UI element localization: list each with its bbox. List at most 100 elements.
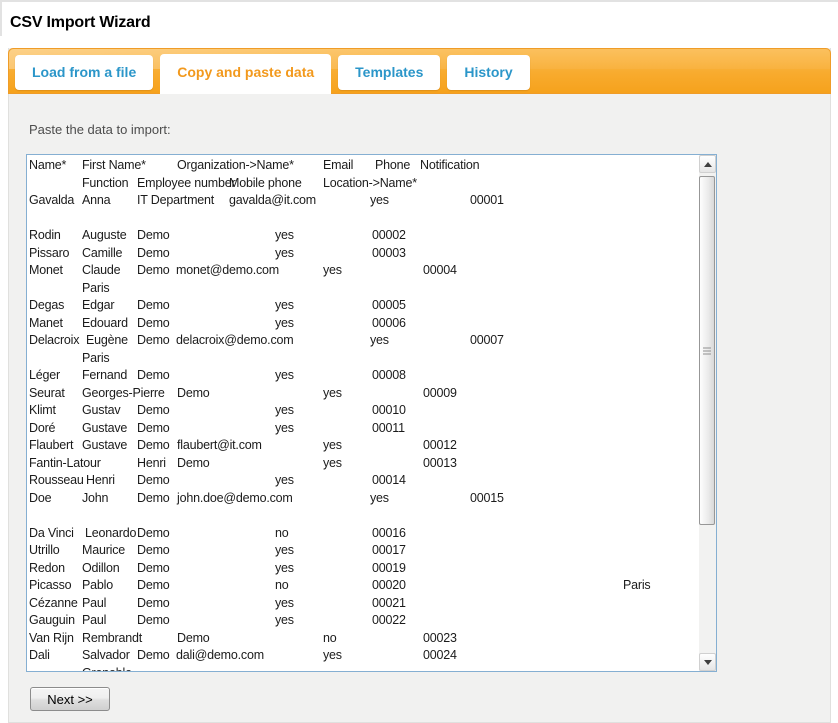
textarea-cell-text: Gavalda <box>29 192 74 210</box>
textarea-cell-text: Camille <box>82 245 122 263</box>
wizard-panel: Load from a file Copy and paste data Templ… <box>8 48 831 723</box>
textarea-line: KlimtGustavDemoyes00010 <box>29 402 699 420</box>
textarea-cell-text: Fantin-Latour <box>29 455 101 473</box>
textarea-cell-text: yes <box>275 367 294 385</box>
textarea-cell-text: yes <box>275 472 294 490</box>
scroll-down-button[interactable] <box>699 653 716 671</box>
textarea-cell-text: 00017 <box>372 542 406 560</box>
textarea-cell-text: Delacroix <box>29 332 79 350</box>
textarea-cell-text: 00006 <box>372 315 406 333</box>
textarea-line: Function Employee numberMobile phone Locat… <box>29 175 699 193</box>
textarea-cell-text: Employee number <box>137 175 235 193</box>
textarea-cell-text: Henri <box>137 455 166 473</box>
textarea-cell-text: Da Vinci <box>29 525 74 543</box>
textarea-cell-text: 00023 <box>423 630 457 648</box>
textarea-cell-text: Demo <box>137 332 170 350</box>
textarea-cell-text: Grenoble <box>82 665 132 673</box>
textarea-line: DelacroixEugèneDemodelacroix@demo.comyes… <box>29 332 699 350</box>
textarea-cell-text: Location->Name* <box>323 175 417 193</box>
scrollbar-thumb[interactable] <box>699 176 715 525</box>
textarea-cell-text: yes <box>275 420 294 438</box>
textarea-cell-text: Demo <box>137 560 170 578</box>
textarea-cell-text: Demo <box>177 630 210 648</box>
textarea-cell-text: delacroix@demo.com <box>176 332 293 350</box>
textarea-cell-text: Paris <box>623 577 650 595</box>
textarea-cell-text: 00010 <box>372 402 406 420</box>
textarea-cell-text: Claude <box>82 262 120 280</box>
textarea-cell-text: Paul <box>82 612 106 630</box>
textarea-cell-text: Odillon <box>82 560 120 578</box>
textarea-cell-text: Gustave <box>82 420 127 438</box>
tab-copy-and-paste-data[interactable]: Copy and paste data <box>160 54 331 94</box>
paste-data-textarea[interactable]: Name*First Name*Organization->Name*Email… <box>26 154 717 672</box>
textarea-cell-text: 00008 <box>372 367 406 385</box>
textarea-cell-text: Demo <box>137 262 170 280</box>
textarea-cell-text: 00022 <box>372 612 406 630</box>
textarea-cell-text: 00014 <box>372 472 406 490</box>
tab-templates[interactable]: Templates <box>338 55 440 90</box>
textarea-cell-text: no <box>323 630 337 648</box>
textarea-cell-text: Fernand <box>82 367 127 385</box>
scroll-up-button[interactable] <box>699 155 716 173</box>
textarea-cell-text: yes <box>275 227 294 245</box>
textarea-cell-text: 00005 <box>372 297 406 315</box>
scroll-up-icon <box>704 162 712 167</box>
textarea-cell-text: john.doe@demo.com <box>177 490 293 508</box>
textarea-cell-text: Rousseau <box>29 472 84 490</box>
textarea-cell-text: Demo <box>137 595 170 613</box>
textarea-cell-text: First Name* <box>82 157 146 175</box>
tab-bar: Load from a file Copy and paste data Templ… <box>8 48 831 94</box>
textarea-cell-text: no <box>275 525 289 543</box>
textarea-cell-text: Demo <box>137 647 170 665</box>
textarea-cell-text: Leonardo <box>85 525 136 543</box>
textarea-line: ManetEdouardDemoyes00006 <box>29 315 699 333</box>
textarea-cell-text: Eugène <box>86 332 128 350</box>
textarea-cell-text: gavalda@it.com <box>229 192 316 210</box>
textarea-line: SeuratGeorges-PierreDemoyes00009 <box>29 385 699 403</box>
textarea-cell-text: Gustave <box>82 437 127 455</box>
textarea-line: RedonOdillonDemoyes00019 <box>29 560 699 578</box>
left-edge-line <box>0 0 2 36</box>
textarea-line: Fantin-LatourHenriDemoyes00013 <box>29 455 699 473</box>
textarea-cell-text: Redon <box>29 560 65 578</box>
textarea-cell-text: Picasso <box>29 577 71 595</box>
textarea-cell-text: Anna <box>82 192 110 210</box>
tab-history[interactable]: History <box>447 55 529 90</box>
textarea-line: Van RijnRembrandtDemono00023 <box>29 630 699 648</box>
textarea-cell-text: Rodin <box>29 227 61 245</box>
textarea-cell-text: Demo <box>137 367 170 385</box>
textarea-cell-text: Email <box>323 157 353 175</box>
textarea-cell-text: Demo <box>137 245 170 263</box>
textarea-cell-text: yes <box>323 647 342 665</box>
textarea-line: Name*First Name*Organization->Name*Email… <box>29 157 699 175</box>
textarea-line: UtrilloMauriceDemoyes00017 <box>29 542 699 560</box>
textarea-cell-text: yes <box>275 245 294 263</box>
next-button[interactable]: Next >> <box>30 687 110 711</box>
textarea-line: Pissaro Camille Demo yes 00003 <box>29 245 699 263</box>
vertical-scrollbar[interactable] <box>699 155 716 671</box>
textarea-cell-text: Mobile phone <box>229 175 302 193</box>
textarea-cell-text: Function <box>82 175 128 193</box>
textarea-cell-text: 00013 <box>423 455 457 473</box>
textarea-cell-text: yes <box>275 560 294 578</box>
textarea-cell-text: yes <box>275 595 294 613</box>
textarea-cell-text: Demo <box>137 612 170 630</box>
textarea-cell-text: Flaubert <box>29 437 73 455</box>
textarea-cell-text: Demo <box>137 525 170 543</box>
tab-label: History <box>464 64 512 80</box>
textarea-cell-text: Pissaro <box>29 245 69 263</box>
textarea-cell-text: Maurice <box>82 542 125 560</box>
textarea-cell-text: Gauguin <box>29 612 75 630</box>
textarea-cell-text: 00003 <box>372 245 406 263</box>
thumb-gripper-icon <box>703 347 711 354</box>
page-title: CSV Import Wizard <box>10 14 150 32</box>
textarea-line: DegasEdgarDemoyes00005 <box>29 297 699 315</box>
tab-label: Copy and paste data <box>177 64 314 80</box>
textarea-cell-text: 00021 <box>372 595 406 613</box>
textarea-line: Gauguin Paul Demo yes 00022 <box>29 612 699 630</box>
tab-load-from-a-file[interactable]: Load from a file <box>15 55 153 90</box>
textarea-cell-text: 00007 <box>470 332 504 350</box>
textarea-cell-text: yes <box>275 612 294 630</box>
textarea-cell-text: 00024 <box>423 647 457 665</box>
textarea-cell-text: John <box>82 490 108 508</box>
